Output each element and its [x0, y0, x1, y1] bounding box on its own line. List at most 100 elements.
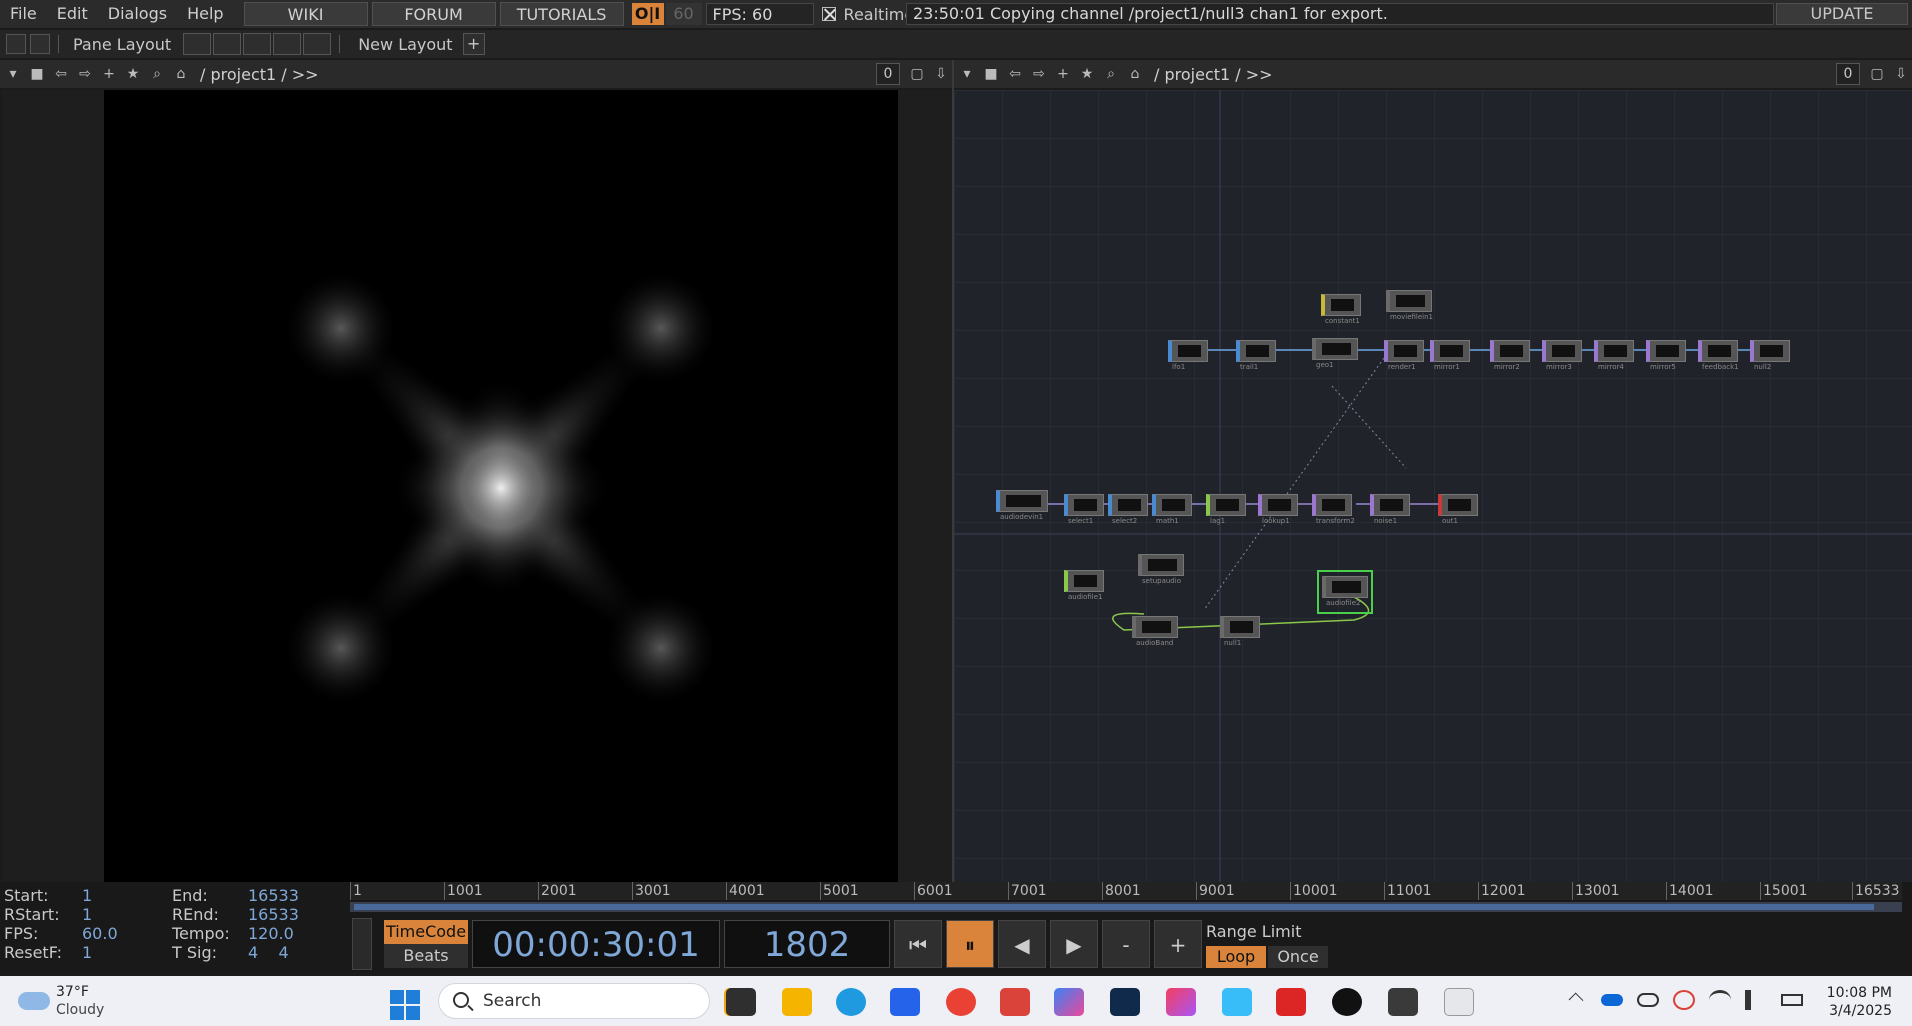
start-value[interactable]: 1: [82, 886, 172, 905]
pane-path[interactable]: / project1 / >>: [200, 65, 319, 84]
network-node[interactable]: lfo1: [1168, 340, 1208, 371]
network-node[interactable]: lag1: [1206, 494, 1246, 525]
network-node[interactable]: render1: [1384, 340, 1424, 371]
volume-icon[interactable]: [1745, 990, 1767, 1010]
edge-icon[interactable]: [836, 988, 866, 1016]
home-icon[interactable]: ⌂: [1124, 63, 1146, 85]
beats-mode-button[interactable]: Beats: [384, 944, 468, 968]
network-node[interactable]: select1: [1064, 494, 1104, 525]
maximize-icon[interactable]: ▢: [1866, 63, 1888, 85]
network-node[interactable]: lookup1: [1258, 494, 1298, 525]
layout-single-icon[interactable]: [183, 33, 212, 55]
taskbar-search[interactable]: Search: [438, 983, 710, 1019]
realtime-checkbox[interactable]: [821, 7, 836, 21]
star-icon[interactable]: ★: [1076, 63, 1098, 85]
pane-menu-icon[interactable]: ▾: [956, 63, 978, 85]
layout-split-v-icon[interactable]: [213, 33, 242, 55]
creative-cloud-icon[interactable]: [1166, 988, 1196, 1016]
sync-icon[interactable]: [1673, 990, 1695, 1010]
rewind-button[interactable]: ⏮: [894, 920, 942, 968]
network-node[interactable]: mirror4: [1594, 340, 1634, 371]
network-node[interactable]: audioBand: [1132, 616, 1178, 647]
end-value[interactable]: 16533: [248, 886, 299, 905]
onedrive-icon[interactable]: [1222, 988, 1252, 1016]
new-layout-label[interactable]: New Layout: [358, 35, 452, 54]
network-node[interactable]: null1: [1220, 616, 1260, 647]
timeline-ruler[interactable]: 1 1001 2001 3001 4001 5001 6001 7001 8001 9001 100…: [350, 882, 1902, 900]
once-button[interactable]: Once: [1268, 946, 1328, 968]
network-node[interactable]: noise1: [1370, 494, 1410, 525]
network-node[interactable]: audiofile1: [1064, 570, 1104, 601]
rend-value[interactable]: 16533: [248, 905, 299, 924]
chrome-icon[interactable]: [946, 988, 976, 1016]
menu-help[interactable]: Help: [177, 0, 233, 28]
network-node[interactable]: mirror3: [1542, 340, 1582, 371]
pane-split-icon[interactable]: ⇩: [930, 63, 952, 85]
add-icon[interactable]: +: [1052, 63, 1074, 85]
add-icon[interactable]: +: [98, 63, 120, 85]
layout-four-icon[interactable]: [303, 33, 332, 55]
menu-edit[interactable]: Edit: [47, 0, 98, 28]
timecode-display[interactable]: 00:00:30:01: [472, 920, 720, 968]
layout-icon[interactable]: [6, 34, 26, 54]
system-clock[interactable]: 10:08 PM 3/4/2025: [1827, 984, 1892, 1020]
store-icon[interactable]: [890, 988, 920, 1016]
onedrive-tray-icon[interactable]: [1601, 994, 1623, 1006]
task-view-icon[interactable]: [726, 988, 756, 1016]
layout-split-h-icon[interactable]: [243, 33, 272, 55]
tutorials-button[interactable]: TUTORIALS: [499, 2, 624, 26]
forum-button[interactable]: FORUM: [371, 2, 496, 26]
back-icon[interactable]: ⇦: [1004, 63, 1026, 85]
network-node[interactable]: mirror1: [1430, 340, 1470, 371]
file-explorer-icon[interactable]: [782, 988, 812, 1016]
add-layout-button[interactable]: +: [462, 33, 485, 55]
app-red-icon[interactable]: [1000, 988, 1030, 1016]
network-node[interactable]: geo1: [1312, 338, 1358, 369]
rstart-value[interactable]: 1: [82, 905, 172, 924]
back-icon[interactable]: ⇦: [50, 63, 72, 85]
wiki-button[interactable]: WIKI: [243, 2, 368, 26]
network-node[interactable]: transform2: [1312, 494, 1355, 525]
faster-button[interactable]: +: [1154, 920, 1202, 968]
media-player-icon[interactable]: [1332, 988, 1362, 1016]
network-node[interactable]: mirror5: [1646, 340, 1686, 371]
network-node[interactable]: audiodevin1: [996, 490, 1048, 521]
windows-start-icon[interactable]: [390, 990, 420, 1020]
fps-value[interactable]: 60.0: [82, 924, 172, 943]
range-bar[interactable]: [354, 904, 1874, 910]
app-stack-icon[interactable]: [1276, 988, 1306, 1016]
network-node[interactable]: trail1: [1236, 340, 1276, 371]
slower-button[interactable]: -: [1102, 920, 1150, 968]
network-node[interactable]: constant1: [1321, 294, 1361, 325]
search-icon[interactable]: ⌕: [1100, 63, 1122, 85]
tsig-value[interactable]: 4 4: [248, 943, 289, 962]
forward-icon[interactable]: ⇨: [74, 63, 96, 85]
step-forward-button[interactable]: ▶: [1050, 920, 1098, 968]
pane-stop-icon[interactable]: ■: [26, 63, 48, 85]
copilot-icon[interactable]: [1054, 988, 1084, 1016]
maximize-icon[interactable]: ▢: [906, 63, 928, 85]
loop-button[interactable]: Loop: [1206, 946, 1266, 968]
search-icon[interactable]: ⌕: [146, 63, 168, 85]
menu-dialogs[interactable]: Dialogs: [98, 0, 177, 28]
forward-icon[interactable]: ⇨: [1028, 63, 1050, 85]
timecode-mode-button[interactable]: TimeCode: [384, 920, 468, 944]
pane-menu-icon[interactable]: ▾: [2, 63, 24, 85]
wifi-icon[interactable]: [1709, 990, 1731, 1010]
home-icon[interactable]: ⌂: [170, 63, 192, 85]
pane-stop-icon[interactable]: ■: [980, 63, 1002, 85]
network-editor[interactable]: constant1 moviefilein1 lfo1 trail1 geo1 rende…: [954, 90, 1912, 882]
battery-icon[interactable]: [1781, 994, 1803, 1006]
pane-path[interactable]: / project1 / >>: [1154, 65, 1273, 84]
snipping-tool-icon[interactable]: [1444, 988, 1474, 1016]
resetf-value[interactable]: 1: [82, 943, 172, 962]
render-output-canvas[interactable]: [104, 90, 898, 882]
photoshop-icon[interactable]: [1110, 988, 1140, 1016]
update-button[interactable]: UPDATE: [1776, 3, 1908, 25]
network-node[interactable]: moviefilein1: [1386, 290, 1433, 321]
chevron-up-icon[interactable]: [1568, 992, 1584, 1008]
network-node[interactable]: out1: [1438, 494, 1478, 525]
layout-three-icon[interactable]: [273, 33, 302, 55]
tempo-value[interactable]: 120.0: [248, 924, 294, 943]
anchor-icon[interactable]: [30, 34, 50, 54]
